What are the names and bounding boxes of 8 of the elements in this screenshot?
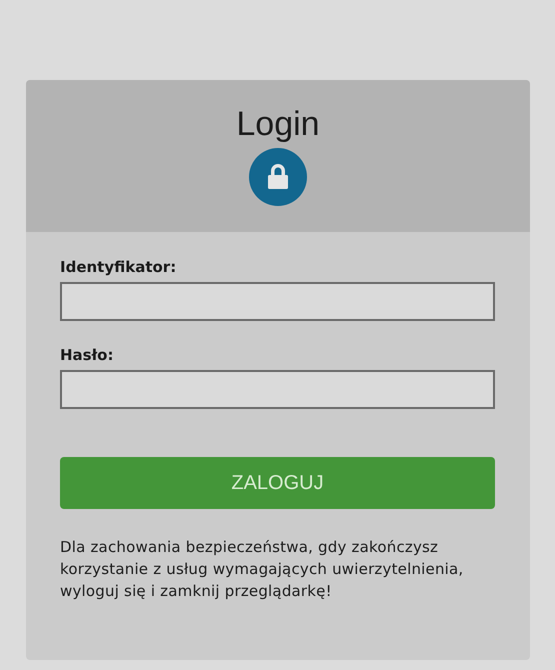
input-field[interactable] [60,370,495,409]
security-notice: Dla zachowania bezpieczeństwa, gdy zakończysz korzystanie z usług wymagających uwierzytelnienia, wyloguj się i zamknij przeglądarkę! [60,537,464,602]
login-title: Login [236,104,320,144]
input-field[interactable] [60,282,495,321]
padlock-icon [249,148,307,206]
login-button[interactable]: ZALOGUJ [60,457,495,509]
field-label: Hasło: [60,346,114,364]
field-label: Identyfikator: [60,258,178,276]
